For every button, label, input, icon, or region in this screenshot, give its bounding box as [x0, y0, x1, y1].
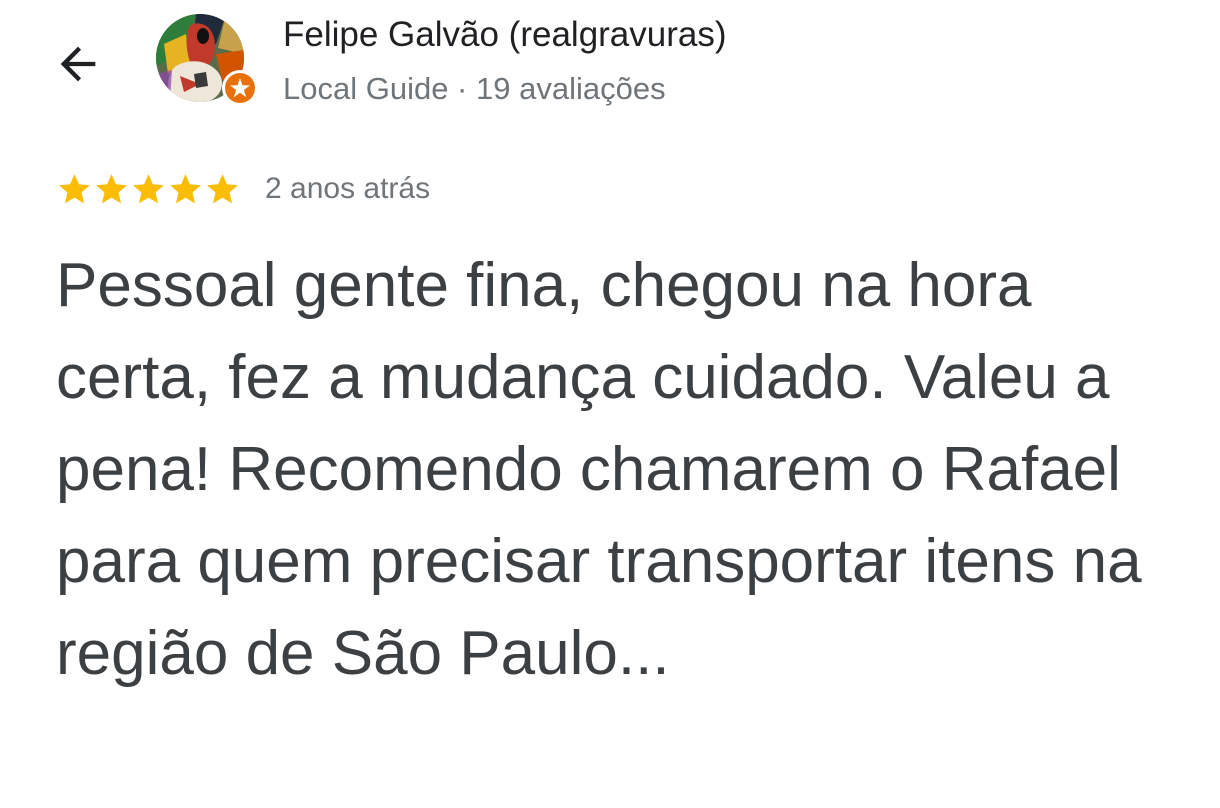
local-guide-badge: [222, 70, 258, 106]
arrow-back-icon: [60, 46, 96, 82]
star-icon: [96, 173, 127, 203]
review-date: 2 anos atrás: [265, 172, 431, 205]
review-text: Pessoal gente fina, chegou na hora certa…: [56, 251, 1142, 688]
star-icon: [59, 173, 90, 203]
back-button[interactable]: [52, 38, 104, 90]
local-guide-star-badge-icon: [225, 73, 255, 103]
star-icon: [133, 173, 164, 203]
reviewer-name[interactable]: Felipe Galvão (realgravuras): [283, 14, 727, 56]
rating-row: 2 anos atrás: [56, 168, 430, 210]
star-icon: [170, 173, 201, 203]
reviewer-meta: Local Guide · 19 avaliações: [283, 71, 666, 106]
star-icon: [207, 173, 238, 203]
reviewer-avatar-group[interactable]: [156, 14, 262, 106]
star-rating: [56, 171, 241, 208]
